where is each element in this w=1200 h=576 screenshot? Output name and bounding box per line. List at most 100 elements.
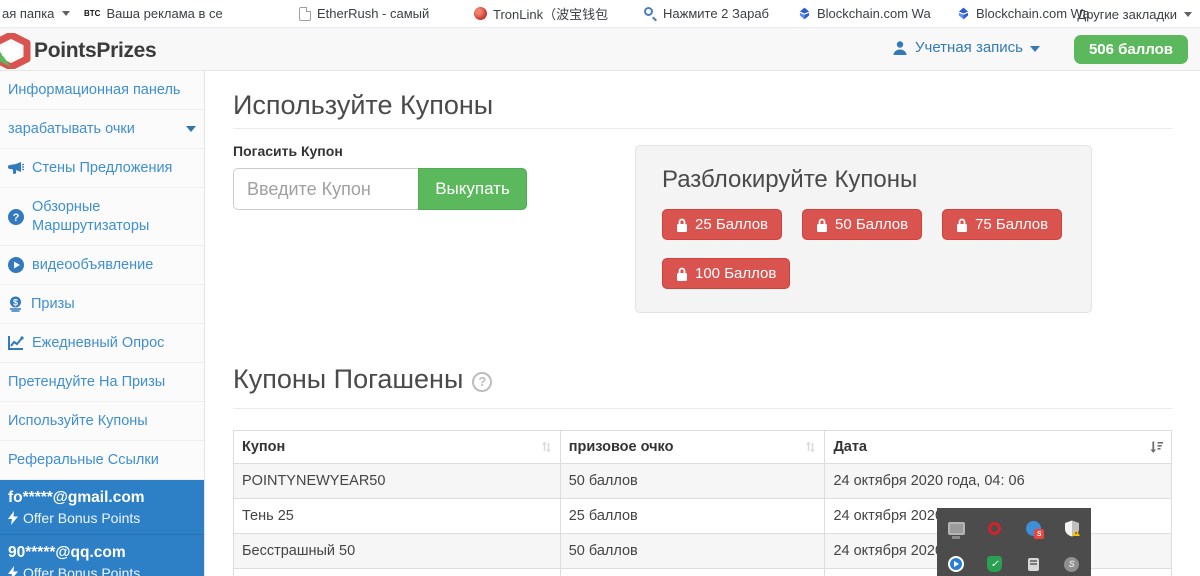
unlock-panel-title: Разблокируйте Купоны — [662, 166, 1065, 194]
other-bookmarks-label: Другие закладки — [1077, 7, 1177, 22]
play-circle-icon — [8, 257, 24, 273]
sidebar-item-use-coupons[interactable]: Используйте Купоны — [0, 402, 204, 441]
sidebar-item-label: Используйте Купоны — [8, 412, 196, 430]
sidebar-nav: Информационная панель зарабатывать очки … — [0, 71, 205, 576]
bookmark-label: TronLink（波宝钱包 — [493, 4, 608, 23]
notification-email: fo*****@gmail.com — [8, 489, 196, 507]
bookmark-label: Ваша реклама в се — [106, 6, 222, 21]
sidebar-item-earn-points[interactable]: зарабатывать очки — [0, 110, 204, 149]
lock-icon — [676, 267, 688, 281]
notification-message: Offer Bonus Points — [23, 510, 140, 526]
cell-coupon: Бесстрашный 50 — [234, 534, 561, 569]
coupon-input[interactable] — [233, 168, 418, 210]
bookmark-item[interactable]: Нажмите 2 Зараб — [644, 6, 774, 21]
sidebar-item-video-ads[interactable]: видеообъявление — [0, 246, 204, 285]
other-bookmarks-button[interactable]: Другие закладки — [1077, 0, 1192, 28]
green-check-icon[interactable]: ✓ — [986, 555, 1004, 573]
sidebar-item-label: Претендуйте На Призы — [8, 373, 196, 391]
redeem-coupon-label: Погасить Купон — [233, 143, 343, 159]
sidebar-item-survey-routers[interactable]: ? Обзорные Маршрутизаторы — [0, 188, 204, 245]
points-balance-badge[interactable]: 506 баллов — [1074, 35, 1188, 64]
divider — [233, 408, 1172, 409]
main-content: Используйте Купоны Погасить Купон Выкупа… — [206, 71, 1200, 576]
unlock-button-label: 100 Баллов — [695, 265, 776, 282]
screen: ая папка BTC Ваша реклама в се EtherRush… — [0, 0, 1200, 576]
redeem-button[interactable]: Выкупать — [418, 168, 527, 210]
unlock-coupons-panel: Разблокируйте Купоны 25 Баллов 50 Баллов… — [635, 145, 1092, 313]
blockchain-icon — [957, 7, 970, 20]
app-blue-s-icon[interactable] — [1024, 519, 1042, 537]
notification-bonus-points[interactable]: 90*****@qq.com Offer Bonus Points — [0, 534, 204, 576]
sort-desc-icon — [1150, 440, 1163, 454]
bookmark-folder[interactable]: ая папка — [2, 6, 70, 21]
redeem-input-group: Выкупать — [233, 168, 527, 210]
sidebar-item-label: Стены Предложения — [32, 159, 196, 177]
sidebar-item-label: Информационная панель — [8, 81, 196, 99]
app-header: PointsPrizes Учетная запись 506 баллов — [0, 28, 1200, 71]
unlock-50-points-button[interactable]: 50 Баллов — [802, 209, 922, 240]
lightning-icon — [8, 511, 18, 525]
unlock-75-points-button[interactable]: 75 Баллов — [942, 209, 1062, 240]
unlock-button-label: 25 Баллов — [695, 216, 768, 233]
bookmark-label: Blockchain.com Wa — [976, 6, 1090, 21]
lock-icon — [956, 218, 968, 232]
pointsprizes-logo-icon — [0, 33, 31, 69]
tronlink-icon — [474, 7, 487, 20]
brand-name: PointsPrizes — [34, 39, 156, 63]
device-icon[interactable] — [1024, 555, 1042, 573]
table-row: POINTYNEWYEAR50 50 баллов 24 октября 202… — [234, 464, 1172, 499]
coin-icon: $ — [8, 296, 23, 312]
unlock-100-points-button[interactable]: 100 Баллов — [662, 258, 790, 289]
monitor-icon[interactable] — [947, 519, 965, 537]
bookmark-folder-label: ая папка — [2, 6, 54, 21]
bookmark-label: Blockchain.com Wa — [817, 6, 931, 21]
sort-icon — [804, 440, 816, 454]
bookmark-item[interactable]: Blockchain.com Wa — [957, 6, 1092, 21]
column-header-coupon[interactable]: Купон — [234, 431, 561, 464]
sidebar-item-prizes[interactable]: $ Призы — [0, 285, 204, 324]
coupons-redeemed-title: Купоны Погашены ? — [233, 364, 492, 395]
notification-message: Offer Bonus Points — [23, 565, 140, 576]
bookmark-label: EtherRush - самый — [317, 6, 429, 21]
chevron-down-icon — [1184, 12, 1192, 17]
bookmark-item[interactable]: TronLink（波宝钱包 — [474, 4, 616, 23]
column-label: Купон — [242, 439, 540, 455]
cell-points: 25 баллов — [560, 499, 825, 534]
brand-logo[interactable]: PointsPrizes — [0, 33, 156, 69]
coupons-redeemed-title-text: Купоны Погашены — [233, 364, 463, 395]
media-player-icon[interactable] — [947, 555, 965, 573]
unlock-button-label: 75 Баллов — [975, 216, 1048, 233]
svg-text:$: $ — [13, 297, 18, 307]
sidebar-item-dashboard[interactable]: Информационная панель — [0, 71, 204, 110]
megaphone-icon — [8, 161, 24, 176]
account-menu-button[interactable]: Учетная запись — [892, 39, 1040, 56]
defender-shield-icon[interactable] — [1063, 519, 1081, 537]
bookmark-item[interactable]: EtherRush - самый — [299, 6, 444, 21]
divider — [233, 128, 1172, 129]
sidebar-item-claim-prizes[interactable]: Претендуйте На Призы — [0, 363, 204, 402]
page-title: Используйте Купоны — [233, 90, 493, 121]
unlock-25-points-button[interactable]: 25 Баллов — [662, 209, 782, 240]
cell-coupon: Тень 25 — [234, 499, 561, 534]
sidebar-item-daily-poll[interactable]: Ежедневный Опрос — [0, 324, 204, 363]
btc-text-icon: BTC — [84, 9, 100, 18]
notification-bonus-points[interactable]: fo*****@gmail.com Offer Bonus Points — [0, 480, 204, 534]
column-header-points[interactable]: призовое очко — [560, 431, 825, 464]
help-icon[interactable]: ? — [472, 372, 492, 392]
lock-icon — [816, 218, 828, 232]
column-header-date[interactable]: Дата — [825, 431, 1172, 464]
sidebar-item-label: Ежедневный Опрос — [32, 334, 196, 352]
sidebar-item-offer-walls[interactable]: Стены Предложения — [0, 149, 204, 188]
skype-icon[interactable]: S — [1063, 555, 1081, 573]
magnifier-icon — [644, 7, 657, 20]
bookmark-label: Нажмите 2 Зараб — [663, 6, 769, 21]
system-tray-popup: ✓ S — [937, 508, 1091, 576]
opera-icon[interactable] — [986, 519, 1004, 537]
browser-bookmarks-bar: ая папка BTC Ваша реклама в се EtherRush… — [0, 0, 1200, 28]
column-label: Дата — [833, 439, 1150, 455]
bookmark-item[interactable]: BTC Ваша реклама в се — [84, 6, 269, 21]
bookmark-item[interactable]: Blockchain.com Wa — [798, 6, 933, 21]
column-label: призовое очко — [569, 439, 805, 455]
account-label: Учетная запись — [915, 39, 1023, 56]
sidebar-item-referral-links[interactable]: Реферальные Ссылки — [0, 441, 204, 480]
